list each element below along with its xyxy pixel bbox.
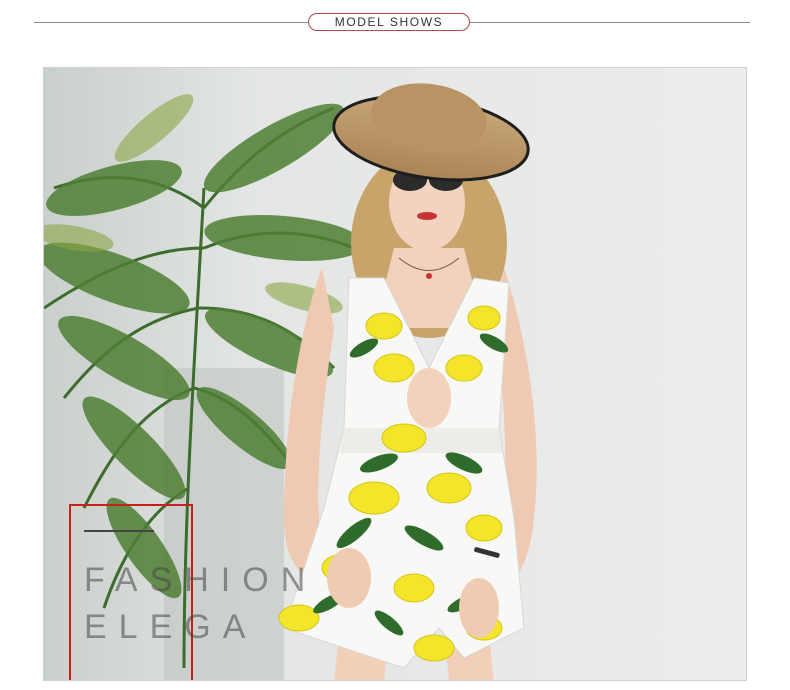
section-title: MODEL SHOWS	[308, 13, 470, 31]
hand-left	[327, 548, 371, 608]
hand-right	[459, 578, 499, 638]
watermark-line-2: ELEGA	[84, 608, 257, 646]
lips	[417, 212, 437, 220]
necklace-pendant	[426, 273, 432, 279]
romper-cutout	[407, 368, 451, 428]
header-divider-left	[34, 22, 310, 23]
model-photo: FASHION ELEGA	[43, 67, 747, 681]
model-photo-illustration: FASHION ELEGA	[44, 68, 746, 680]
header-divider-right	[470, 22, 750, 23]
watermark-line-1: FASHION	[84, 561, 317, 599]
